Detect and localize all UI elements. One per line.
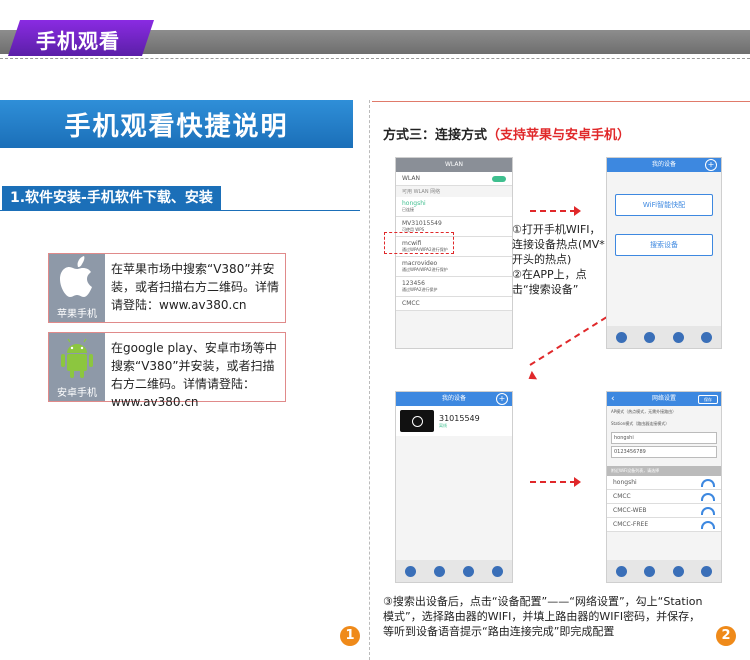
tab-icon[interactable] [672, 565, 684, 577]
wlan-title-bar: WLAN [396, 158, 512, 172]
header-tab-title: 手机观看 [36, 29, 120, 53]
method-title-highlight: （支持苹果与安卓手机） [487, 128, 631, 143]
section-label: 1.软件安装-手机软件下载、安装 [2, 186, 221, 210]
arrow-head-3 [574, 477, 581, 487]
arrow-right-2 [530, 481, 576, 483]
tab-icon[interactable] [463, 565, 474, 577]
tab-icon[interactable] [615, 565, 627, 577]
apple-instructions: 在苹果市场中搜索“V380”并安装，或者扫描右方二维码。详情请登陆：www.av… [111, 262, 280, 312]
add-icon[interactable]: + [496, 393, 508, 405]
wifi-list-item[interactable]: hongshi [607, 476, 721, 490]
phone-network-settings-screen: ‹ 网络设置 保存 AP模式（热点模式，无需外接路由） Station模式（路由器连… [606, 391, 722, 583]
wlan-toggle[interactable] [492, 175, 506, 182]
tab-icon[interactable] [701, 331, 713, 343]
ssid-field[interactable]: hongshi [611, 432, 717, 444]
right-top-rule [372, 101, 750, 102]
method-title: 方式三：连接方式（支持苹果与安卓手机） [383, 124, 630, 143]
wlan-network-item[interactable]: hongshi 已连接 [396, 197, 512, 217]
save-button[interactable]: 保存 [698, 395, 718, 404]
android-instructions: 在google play、安卓市场等中搜索“V380”并安装，或者扫描右方二维码… [111, 341, 277, 409]
apple-label: 苹果手机 [57, 309, 97, 320]
tab-icon[interactable] [405, 565, 416, 577]
arrow-head-2 [525, 370, 538, 384]
tab-icon[interactable] [492, 565, 503, 577]
wifi-icon [701, 521, 715, 529]
password-field[interactable]: 0123456789 [611, 446, 717, 458]
wifi-list-item[interactable]: CMCC [607, 490, 721, 504]
apple-app-box: 苹果手机 在苹果市场中搜索“V380”并安装，或者扫描右方二维码。详情请登陆：w… [48, 253, 286, 323]
wifi-list-item[interactable]: CMCC-WEB [607, 504, 721, 518]
header-divider [0, 58, 750, 59]
wlan-hint: 可用 WLAN 网络 [402, 189, 441, 195]
page-number-badge: 2 [716, 626, 736, 646]
tab-icon[interactable] [615, 331, 627, 343]
wlan-network-item[interactable]: CMCC [396, 297, 512, 311]
device-thumbnail [400, 410, 434, 432]
tab-icon[interactable] [644, 565, 656, 577]
wifi-quick-config-button[interactable]: WiFi智能快配 [615, 194, 713, 216]
apple-icon: 苹果手机 [49, 254, 105, 322]
wifi-icon [701, 493, 715, 501]
devices-title-bar: 我的设备 + [396, 392, 512, 406]
arrow-right-1 [530, 210, 576, 212]
tab-bar [607, 326, 721, 348]
tab-icon[interactable] [701, 565, 713, 577]
page-number-badge: 1 [340, 626, 360, 646]
back-icon[interactable]: ‹ [611, 392, 615, 406]
step-three-text: ③搜索出设备后，点击“设备配置”——“网络设置”，勾上“Station模式”，选… [383, 595, 703, 638]
network-title-bar: ‹ 网络设置 保存 [607, 392, 721, 406]
wifi-list-header: 附近WiFi设备列表，请选择 [607, 466, 721, 476]
wlan-network-item[interactable]: 123456 通过WPA2进行保护 [396, 277, 512, 297]
highlight-box [384, 232, 454, 254]
arrow-diagonal [529, 316, 607, 366]
device-item[interactable]: 31015549 离线 [396, 406, 512, 436]
step-one-two-text: ①打开手机WIFI，连接设备热点(MV*开头的热点) ②在APP上，点击“搜索设… [512, 223, 605, 296]
phone-devices-screen: 我的设备 + WiFi智能快配 搜索设备 [606, 157, 722, 349]
method-title-text: 方式三：连接方式 [383, 128, 488, 143]
tab-bar [396, 560, 512, 582]
devices-title-bar: 我的设备 + [607, 158, 721, 172]
device-id: 31015549 [439, 413, 480, 423]
device-status: 离线 [439, 422, 447, 428]
tab-icon[interactable] [644, 331, 656, 343]
search-device-button[interactable]: 搜索设备 [615, 234, 713, 256]
column-divider [369, 100, 370, 660]
ap-mode-option[interactable]: AP模式（热点模式，无需外接路由） [607, 406, 721, 418]
wlan-network-item[interactable]: macrovideo 通过WPA/WPA2进行保护 [396, 257, 512, 277]
wlan-label: WLAN [402, 175, 421, 182]
wifi-icon [701, 479, 715, 487]
add-icon[interactable]: + [705, 159, 717, 171]
wifi-icon [701, 507, 715, 515]
page-title: 手机观看快捷说明 [0, 100, 353, 148]
android-app-box: 安卓手机 在google play、安卓市场等中搜索“V380”并安装，或者扫描… [48, 332, 286, 409]
wlan-toggle-row: WLAN [396, 172, 512, 186]
section-underline [0, 210, 360, 211]
tab-bar [607, 560, 721, 582]
tab-icon[interactable] [672, 331, 684, 343]
arrow-head-1 [574, 206, 581, 216]
phone-device-found-screen: 我的设备 + 31015549 离线 [395, 391, 513, 583]
station-mode-option[interactable]: Station模式（路由器连接模式） [607, 418, 721, 430]
wifi-list-item[interactable]: CMCC-FREE [607, 518, 721, 532]
tab-icon[interactable] [434, 565, 445, 577]
android-label: 安卓手机 [57, 388, 97, 399]
android-icon: 安卓手机 [49, 333, 105, 401]
